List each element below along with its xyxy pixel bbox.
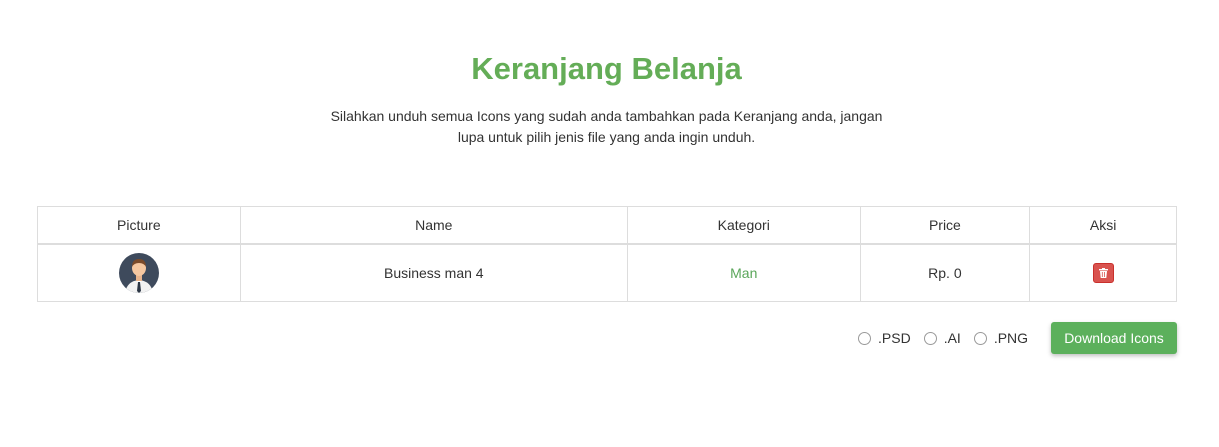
cart-table: Picture Name Kategori Price Aksi Busines… [37,206,1177,302]
trash-icon [1098,268,1108,278]
cell-price: Rp. 0 [859,243,1031,302]
page-subtitle: Silahkan unduh semua Icons yang sudah an… [330,108,883,145]
radio-label-ai: .AI [943,330,961,346]
delete-button[interactable] [1092,263,1114,283]
column-header-picture: Picture [37,206,241,245]
column-header-aksi: Aksi [1029,206,1177,245]
file-type-options: .PSD .AI .PNG [858,322,1041,354]
page-title: Keranjang Belanja [471,51,742,86]
cell-picture [37,243,241,302]
column-header-kategori: Kategori [626,206,861,245]
column-header-name: Name [239,206,628,245]
page: Keranjang Belanja Silahkan unduh semua I… [0,0,1219,447]
table-row: Business man 4 Man Rp. 0 [37,243,1177,302]
cell-kategori: Man [626,243,861,302]
column-header-price: Price [859,206,1031,245]
cell-aksi [1029,243,1177,302]
cell-name: Business man 4 [239,243,628,302]
radio-option-png[interactable]: .PNG [973,330,1029,346]
radio-label-png: .PNG [993,330,1029,346]
businessman-avatar-icon [118,253,159,293]
kategori-link[interactable]: Man [730,265,757,281]
download-icons-button[interactable]: Download Icons [1051,322,1177,354]
radio-option-ai[interactable]: .AI [923,330,961,346]
radio-button-psd[interactable] [858,331,871,345]
radio-button-ai[interactable] [923,331,937,345]
radio-button-png[interactable] [973,331,987,345]
radio-label-psd: .PSD [878,330,911,346]
radio-option-psd[interactable]: .PSD [858,330,911,346]
table-header-row: Picture Name Kategori Price Aksi [37,206,1177,245]
